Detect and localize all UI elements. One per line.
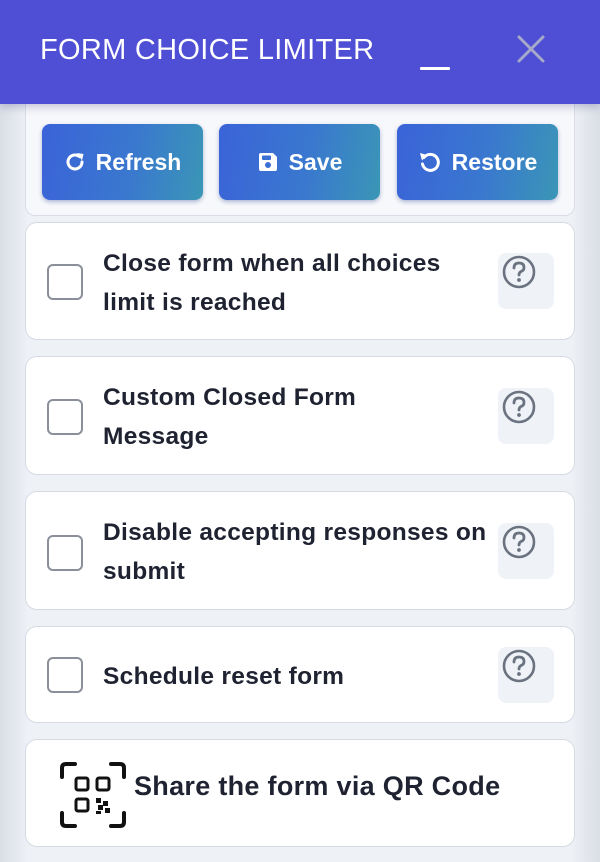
minimize-icon[interactable] <box>420 56 450 70</box>
help-icon[interactable] <box>498 388 554 444</box>
refresh-icon <box>64 151 86 173</box>
disable-responses-checkbox[interactable] <box>47 535 83 571</box>
option-close-form-card: Close form when all choices limit is rea… <box>25 222 575 340</box>
save-label: Save <box>288 148 343 175</box>
share-qr-card[interactable]: Share the form via QR Code <box>25 739 575 847</box>
share-qr-label: Share the form via QR Code <box>134 771 501 801</box>
window-titlebar: FORM CHOICE LIMITER <box>0 0 600 104</box>
window-title: FORM CHOICE LIMITER <box>40 34 375 66</box>
help-icon[interactable] <box>498 523 554 579</box>
refresh-label: Refresh <box>95 148 182 175</box>
restore-icon <box>418 151 442 173</box>
schedule-reset-label: Schedule reset form <box>103 663 345 690</box>
custom-message-label: Custom Closed Form Message <box>103 384 357 450</box>
save-button[interactable]: Save <box>219 124 380 200</box>
close-icon[interactable] <box>514 32 548 66</box>
schedule-reset-checkbox[interactable] <box>47 657 83 693</box>
option-disable-responses-card: Disable accepting responses on submit <box>25 491 575 610</box>
close-form-checkbox[interactable] <box>47 264 83 300</box>
close-form-label: Close form when all choices limit is rea… <box>103 250 441 316</box>
option-custom-message-card: Custom Closed Form Message <box>25 356 575 475</box>
save-disk-icon <box>257 151 279 173</box>
help-icon[interactable] <box>498 647 554 703</box>
help-icon[interactable] <box>498 253 554 309</box>
refresh-button[interactable]: Refresh <box>42 124 203 200</box>
disable-responses-label: Disable accepting responses on submit <box>103 519 487 585</box>
option-schedule-reset-card: Schedule reset form <box>25 626 575 723</box>
qr-code-icon <box>59 761 127 829</box>
restore-button[interactable]: Restore <box>397 124 558 200</box>
restore-label: Restore <box>451 148 538 175</box>
action-toolbar: Refresh Save Restore <box>25 104 575 216</box>
custom-message-checkbox[interactable] <box>47 399 83 435</box>
